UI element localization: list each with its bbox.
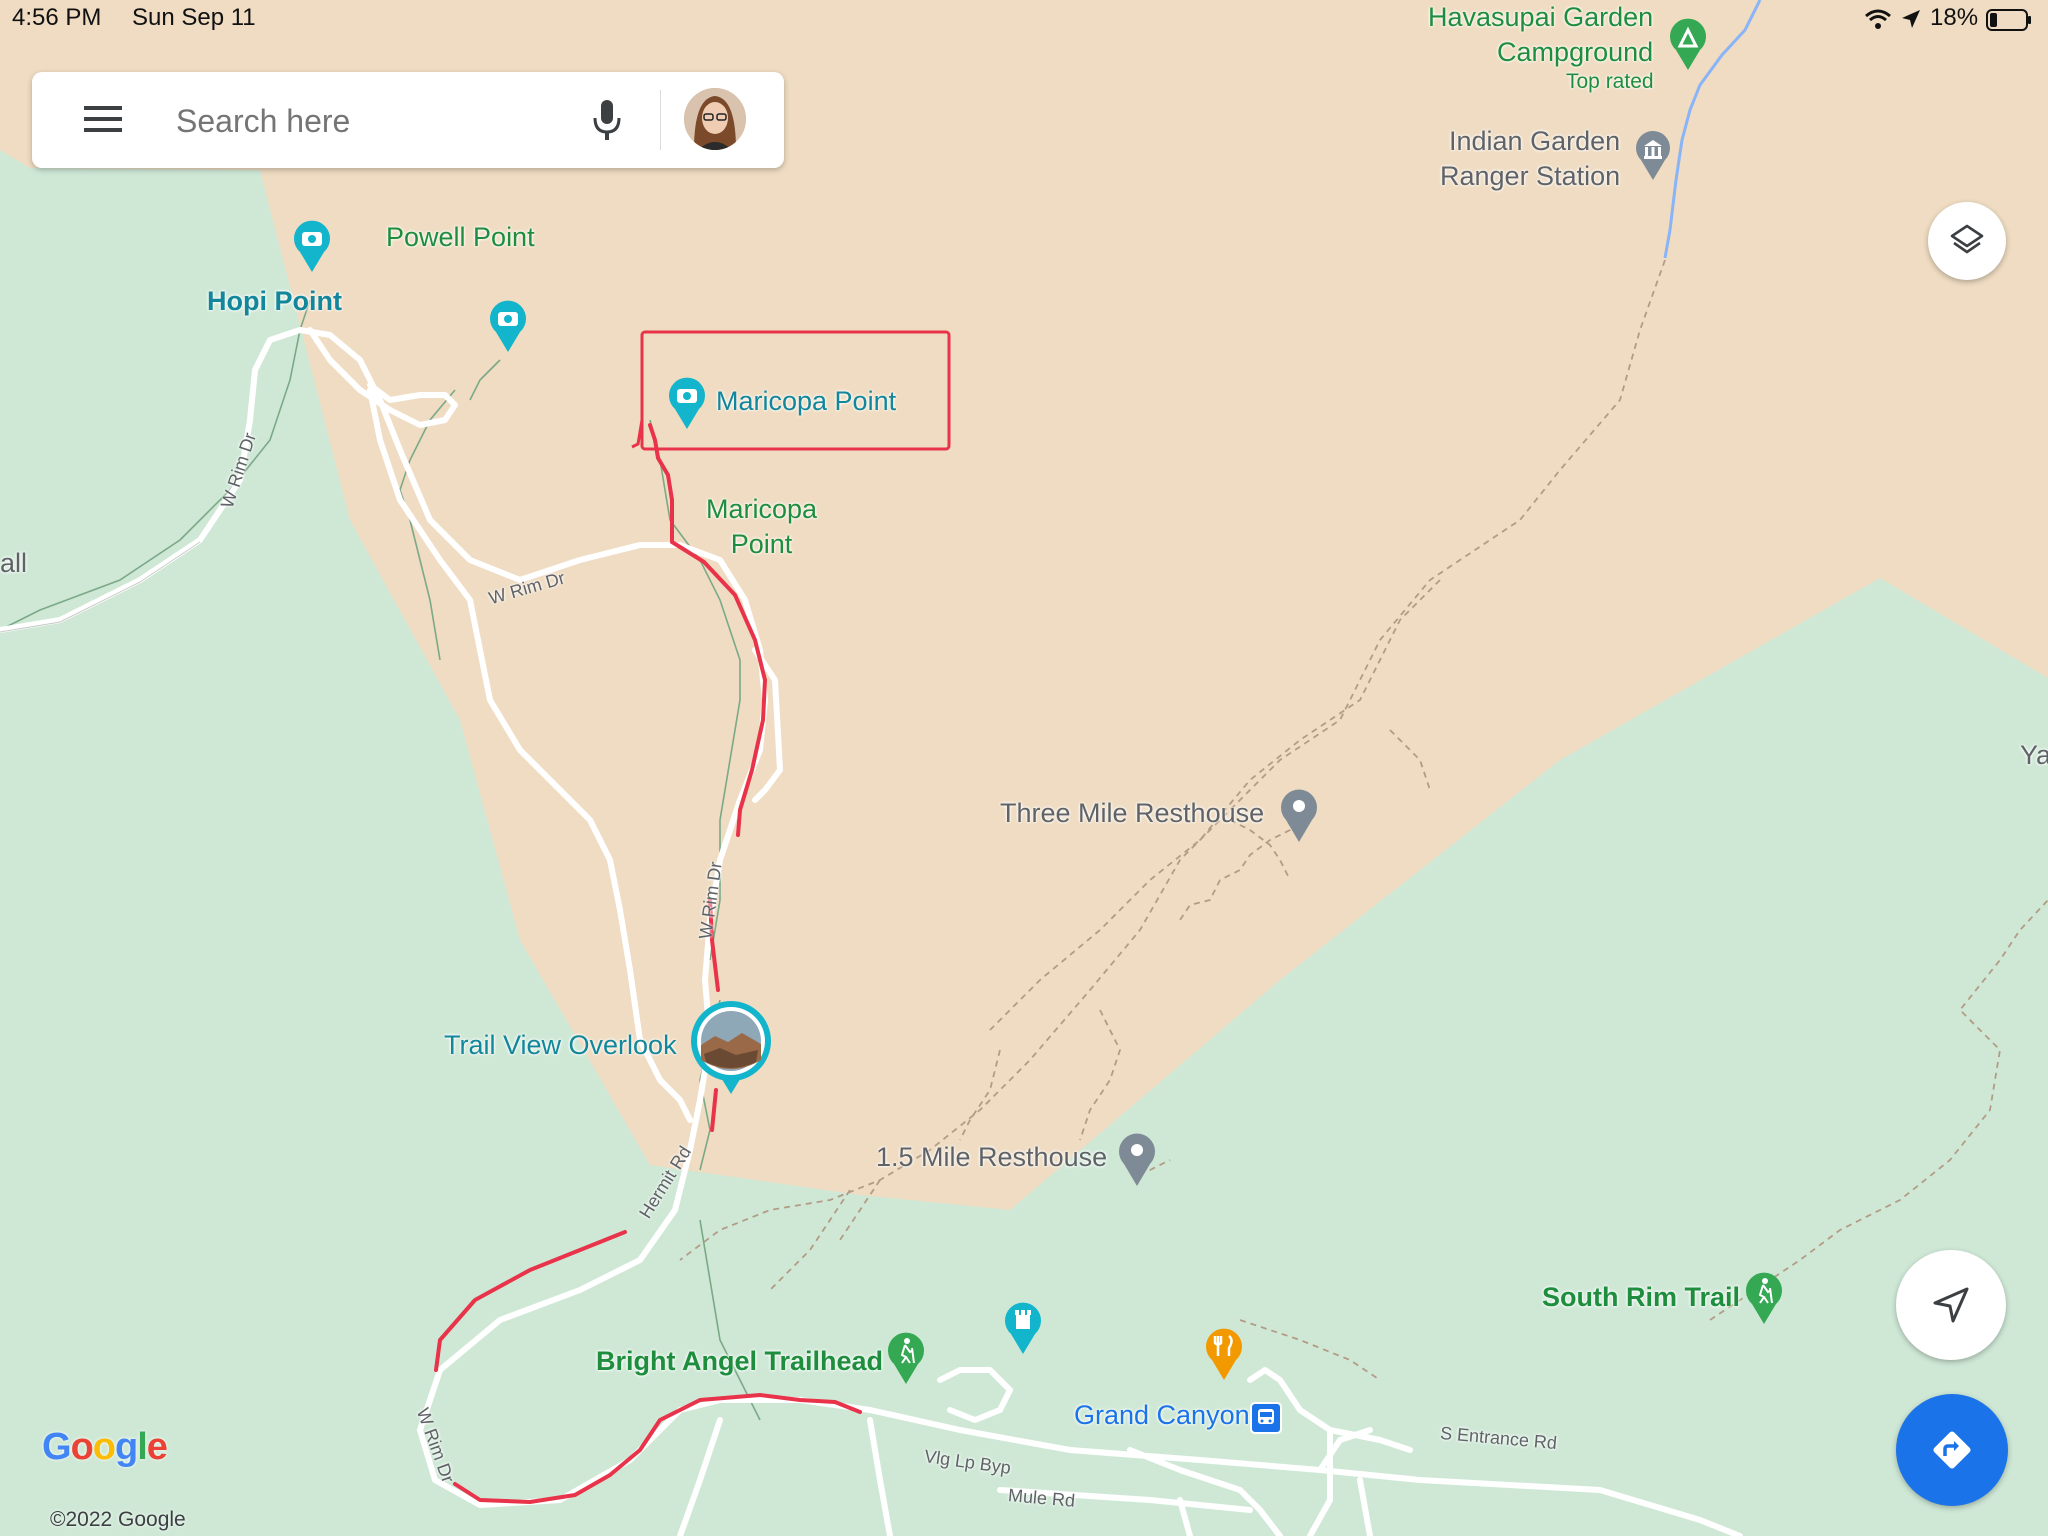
bright-angel-trailhead-label[interactable]: Bright Angel Trailhead [596,1346,883,1377]
edge-label-right: Ya [2020,740,2048,770]
directions-icon [1930,1428,1974,1472]
south-rim-trail-label[interactable]: South Rim Trail [1542,1282,1740,1313]
my-location-button[interactable] [1896,1250,2006,1360]
trail-view-overlook-label[interactable]: Trail View Overlook [444,1030,677,1061]
ranger-station-marker-icon[interactable] [1634,130,1672,180]
google-logo: Google [42,1426,168,1469]
hiker-marker-icon[interactable] [1744,1270,1784,1324]
battery-percent: 18% [1930,4,1979,31]
bus-stop-icon[interactable] [1250,1402,1282,1434]
search-input[interactable] [174,98,578,144]
havasupai-garden-campground-label[interactable]: Havasupai Garden Campground [1428,0,1653,70]
search-bar [32,72,784,168]
edge-label-left: all [0,548,28,578]
avatar[interactable] [684,88,746,150]
camera-marker-icon[interactable] [292,218,332,272]
top-rated-badge: Top rated [1566,70,1654,93]
three-mile-resthouse-label[interactable]: Three Mile Resthouse [1000,798,1264,829]
maricopa-point-area-label[interactable]: Maricopa Point [706,492,817,562]
hiker-marker-icon[interactable] [886,1330,926,1384]
restaurant-marker-icon[interactable] [1204,1326,1244,1380]
place-marker-icon[interactable] [1280,786,1318,842]
copyright-text: ©2022 Google [50,1508,186,1531]
camera-marker-icon[interactable] [488,298,528,352]
logo-letter: G [42,1426,72,1468]
maricopa-point-poi-label[interactable]: Maricopa Point [716,386,896,417]
logo-letter: l [137,1426,148,1468]
logo-letter: e [146,1426,168,1468]
logo-letter: g [115,1426,138,1468]
canyon-area [0,0,2048,1210]
tower-marker-icon[interactable] [1003,1300,1043,1354]
overlook-photo-marker[interactable] [690,1000,772,1094]
location-arrow-icon [1900,8,1922,30]
wifi-icon [1864,8,1892,30]
divider [660,90,661,150]
status-time: 4:56 PM [12,4,102,31]
layers-button[interactable] [1928,202,2006,280]
campground-marker-icon[interactable] [1668,18,1708,70]
directions-button[interactable] [1896,1394,2008,1506]
indian-garden-ranger-station-label[interactable]: Indian Garden Ranger Station [1440,124,1620,194]
layers-icon [1949,223,1985,259]
microphone-icon[interactable] [592,98,622,142]
camera-marker-icon[interactable] [667,375,707,429]
hopi-point-label[interactable]: Hopi Point [207,286,342,317]
grand-canyon-label[interactable]: Grand Canyon [1074,1400,1250,1431]
menu-icon[interactable] [84,104,122,134]
status-date: Sun Sep 11 [132,4,256,31]
logo-letter: o [92,1426,116,1468]
battery-icon [1986,9,2031,31]
one-half-mile-resthouse-label[interactable]: 1.5 Mile Resthouse [876,1142,1107,1173]
navigation-arrow-icon [1931,1285,1971,1325]
powell-point-label[interactable]: Powell Point [386,222,535,253]
logo-letter: o [70,1426,94,1468]
place-marker-icon[interactable] [1118,1130,1156,1186]
